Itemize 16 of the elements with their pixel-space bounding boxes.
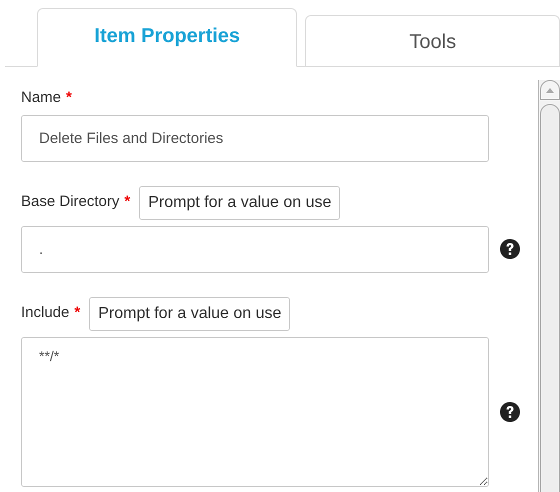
prompt-button[interactable]: Prompt for a value on use xyxy=(139,186,340,220)
tab[interactable]: Tools xyxy=(305,15,560,66)
input-field[interactable]: **/* xyxy=(21,336,489,486)
required-mark: * xyxy=(74,303,80,324)
up-arrow-icon xyxy=(546,88,554,92)
field-label: Include xyxy=(21,303,70,324)
input-field[interactable]: Delete Files and Directories xyxy=(21,114,489,162)
prompt-button[interactable]: Prompt for a value on use xyxy=(89,296,290,330)
required-mark: * xyxy=(66,88,72,108)
field-label: Name xyxy=(21,88,62,108)
help-icon[interactable] xyxy=(499,238,521,260)
field-label: Base Directory xyxy=(21,192,120,212)
scroll-up-button[interactable] xyxy=(540,80,560,100)
required-mark: * xyxy=(124,192,130,212)
input-field[interactable]: . xyxy=(21,226,489,272)
help-icon[interactable] xyxy=(499,400,521,422)
